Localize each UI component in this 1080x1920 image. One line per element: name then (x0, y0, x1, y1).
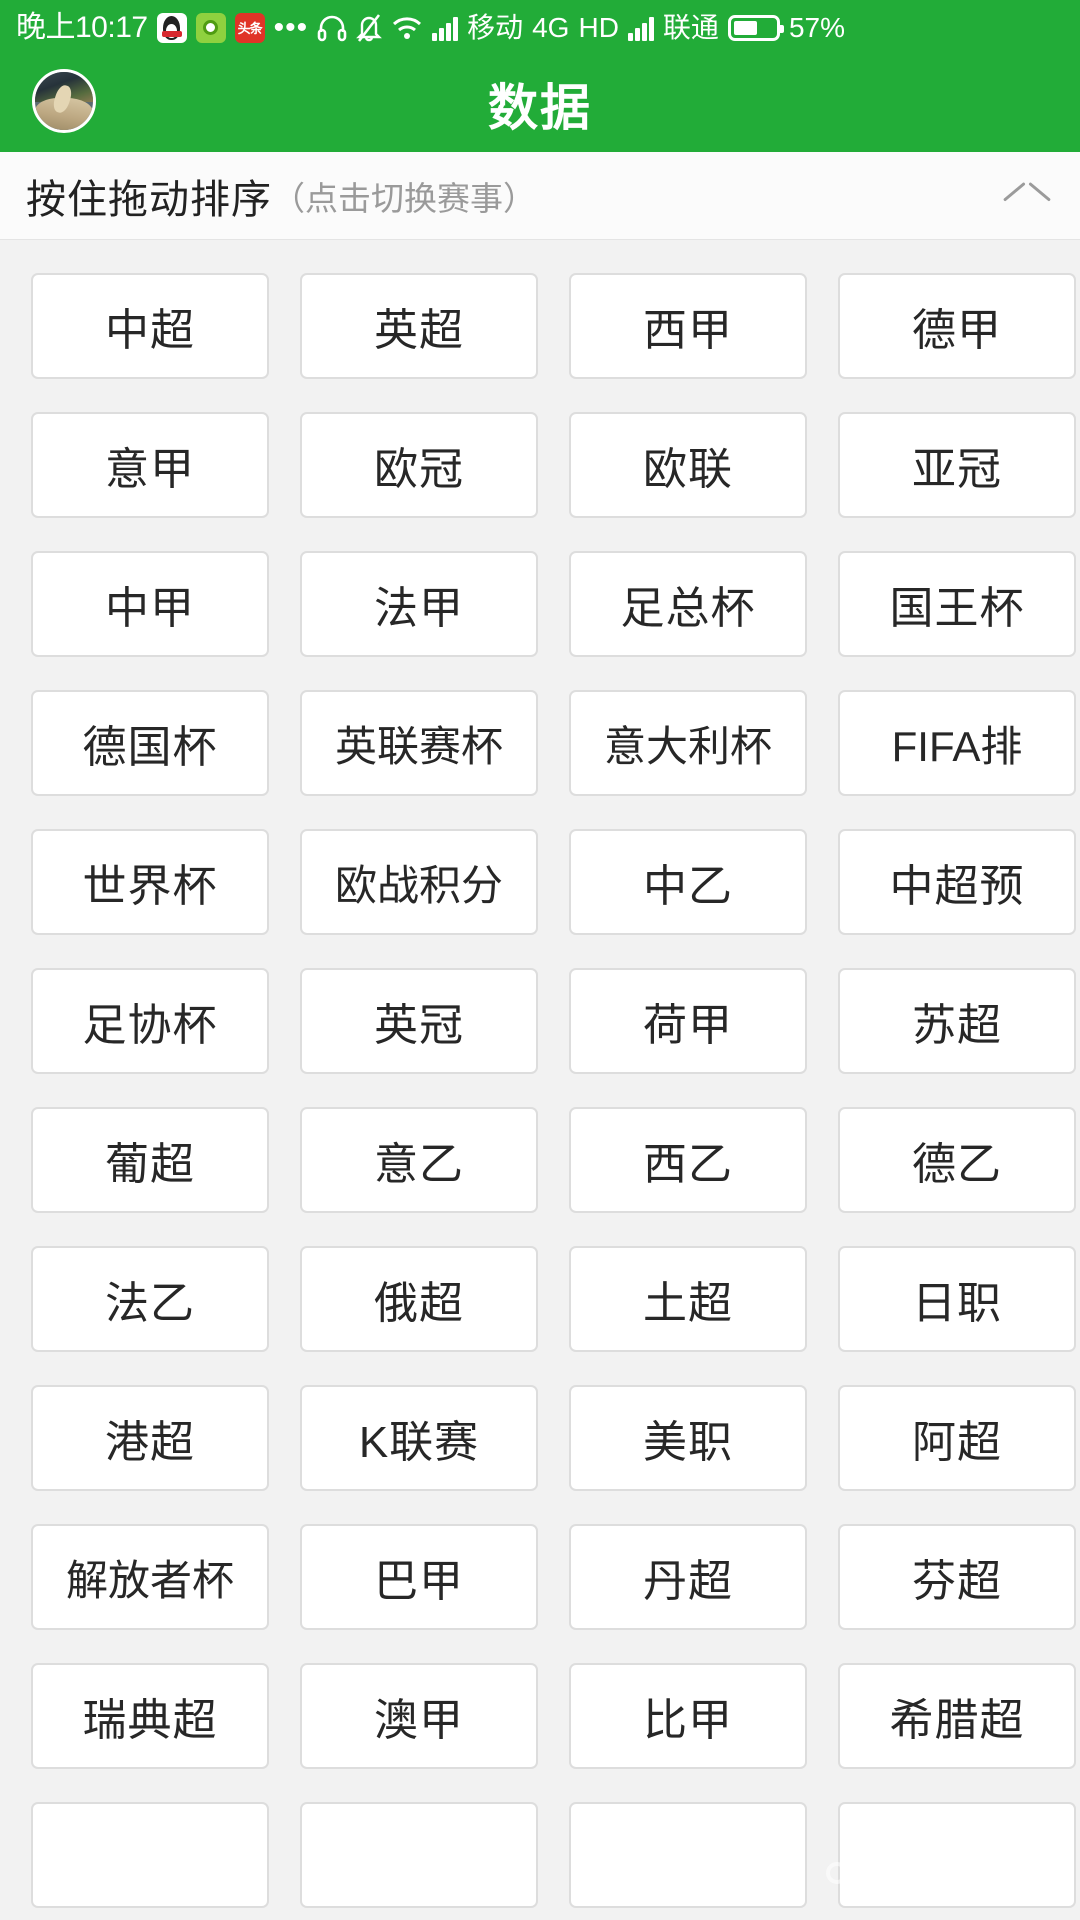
league-cell[interactable]: 美职 (569, 1385, 807, 1491)
sort-header-hint: （点击切换赛事） (272, 179, 536, 217)
league-cell[interactable]: 欧战积分 (300, 829, 538, 935)
league-cell[interactable]: 世界杯 (31, 829, 269, 935)
chevron-up-icon[interactable] (1004, 173, 1050, 219)
league-cell[interactable]: 欧冠 (300, 412, 538, 518)
league-cell[interactable]: 德国杯 (31, 690, 269, 796)
league-cell[interactable]: 意甲 (31, 412, 269, 518)
league-cell[interactable]: 亚冠 (838, 412, 1076, 518)
league-cell[interactable]: 中超预 (838, 829, 1076, 935)
league-cell[interactable]: 中乙 (569, 829, 807, 935)
carrier-primary-label: 移动 (467, 11, 524, 43)
league-cell[interactable]: 欧联 (569, 412, 807, 518)
league-cell[interactable] (838, 1802, 1076, 1908)
league-cell[interactable]: 瑞典超 (31, 1663, 269, 1769)
league-cell[interactable]: 足协杯 (31, 968, 269, 1074)
avatar[interactable] (32, 69, 96, 133)
league-cell[interactable]: 中超 (31, 273, 269, 379)
title-bar: 数据 (0, 55, 1080, 152)
league-cell[interactable]: 英超 (300, 273, 538, 379)
league-cell[interactable]: 苏超 (838, 968, 1076, 1074)
league-grid: 中超 英超 西甲 德甲意甲 欧冠 欧联 亚冠中甲 法甲 足总杯 国王杯德国杯 英联赛杯 意大利杯 FIF… (0, 273, 1080, 1908)
league-cell[interactable] (569, 1802, 807, 1908)
page-title: 数据 (488, 79, 592, 136)
league-cell[interactable]: 国王杯 (838, 551, 1076, 657)
signal-icon-2 (627, 15, 654, 41)
league-cell[interactable]: 丹超 (569, 1524, 807, 1630)
league-cell[interactable]: 西乙 (569, 1107, 807, 1213)
league-cell[interactable]: 德乙 (838, 1107, 1076, 1213)
league-cell[interactable]: FIFA排 (838, 690, 1076, 796)
league-cell[interactable]: 巴甲 (300, 1524, 538, 1630)
league-cell[interactable]: 土超 (569, 1246, 807, 1352)
league-cell[interactable]: 法乙 (31, 1246, 269, 1352)
green-app-icon (195, 12, 226, 43)
carrier-secondary-label: 联通 (662, 11, 719, 43)
league-cell[interactable]: 日职 (838, 1246, 1076, 1352)
league-cell[interactable]: 意乙 (300, 1107, 538, 1213)
league-cell[interactable]: 足总杯 (569, 551, 807, 657)
league-cell[interactable]: 解放者杯 (31, 1524, 269, 1630)
league-cell[interactable]: 葡超 (31, 1107, 269, 1213)
league-cell[interactable]: K联赛 (300, 1385, 538, 1491)
league-cell[interactable]: 俄超 (300, 1246, 538, 1352)
league-cell[interactable]: 英联赛杯 (300, 690, 538, 796)
league-cell[interactable]: 英冠 (300, 968, 538, 1074)
sort-header-label: 按住拖动排序 (26, 177, 272, 222)
hd-label: HD (578, 11, 619, 43)
qq-icon (156, 12, 187, 43)
league-cell[interactable]: 西甲 (569, 273, 807, 379)
league-cell[interactable]: 阿超 (838, 1385, 1076, 1491)
battery-percent-label: 57% (788, 11, 845, 43)
league-grid-container: 中超 英超 西甲 德甲意甲 欧冠 欧联 亚冠中甲 法甲 足总杯 国王杯德国杯 英联赛杯 意大利杯 FIF… (0, 240, 1080, 1920)
league-cell[interactable]: 中甲 (31, 551, 269, 657)
league-cell[interactable]: 德甲 (838, 273, 1076, 379)
overflow-dots-icon: ••• (273, 10, 309, 44)
bell-muted-icon (356, 13, 382, 43)
signal-icon-1 (432, 15, 459, 41)
app-root: 晚上10:17 头条 ••• 移动 4G HD 联通 57% 数据 按住拖动排序… (0, 0, 1080, 1920)
league-cell[interactable]: 法甲 (300, 551, 538, 657)
league-cell[interactable]: 荷甲 (569, 968, 807, 1074)
toutiao-icon: 头条 (234, 12, 265, 43)
league-cell[interactable] (31, 1802, 269, 1908)
league-cell[interactable]: 意大利杯 (569, 690, 807, 796)
league-cell[interactable]: 芬超 (838, 1524, 1076, 1630)
league-cell[interactable]: 比甲 (569, 1663, 807, 1769)
status-bar: 晚上10:17 头条 ••• 移动 4G HD 联通 57% (0, 0, 1080, 55)
league-cell[interactable]: 澳甲 (300, 1663, 538, 1769)
status-clock: 晚上10:17 (16, 10, 148, 44)
league-cell[interactable]: 港超 (31, 1385, 269, 1491)
league-cell[interactable] (300, 1802, 538, 1908)
league-cell[interactable]: 希腊超 (838, 1663, 1076, 1769)
wifi-icon (391, 15, 423, 41)
network-type-label: 4G (532, 11, 570, 43)
sort-header[interactable]: 按住拖动排序 （点击切换赛事） (0, 152, 1080, 240)
battery-icon (727, 14, 784, 41)
headset-icon (317, 14, 347, 42)
